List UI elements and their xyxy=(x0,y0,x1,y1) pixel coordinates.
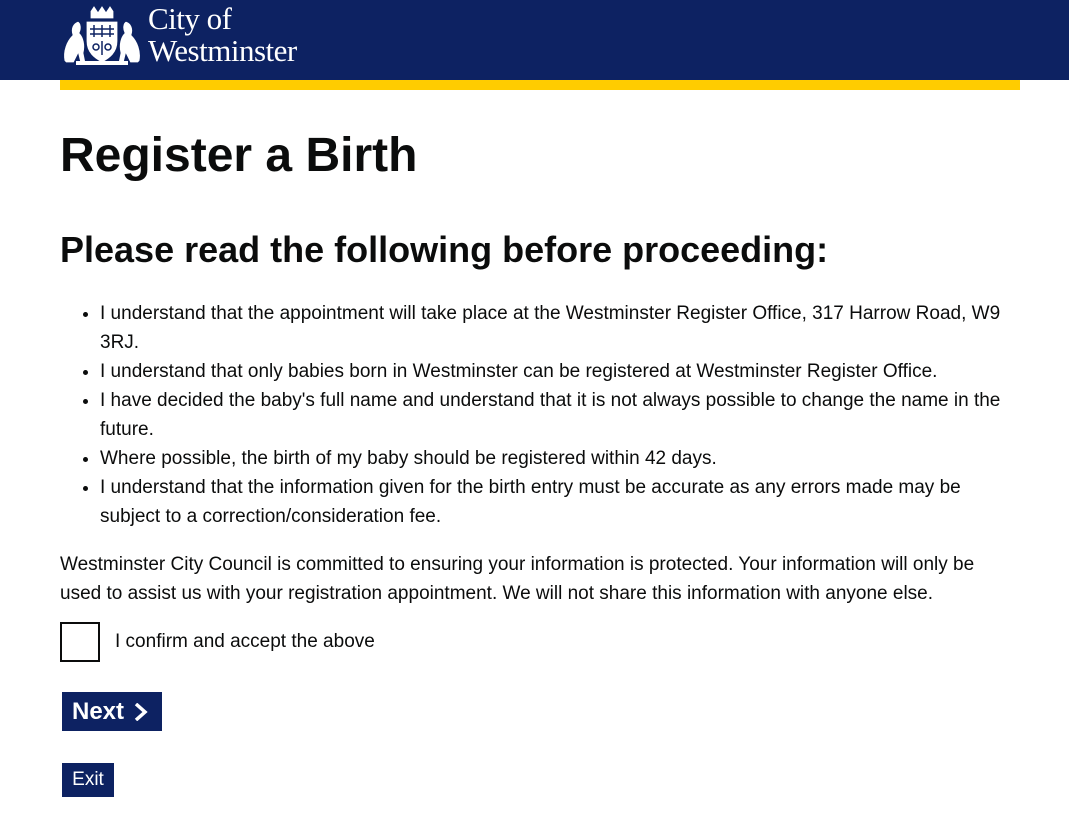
next-button[interactable]: Next xyxy=(62,692,162,731)
site-header: City of Westminster xyxy=(0,0,1069,80)
logo-line-city-of: City of xyxy=(148,1,232,36)
list-item: I have decided the baby's full name and … xyxy=(100,386,1010,444)
confirm-checkbox-label[interactable]: I confirm and accept the above xyxy=(115,628,375,656)
logo-wordmark: City of Westminster xyxy=(148,3,297,67)
westminster-crest-icon xyxy=(62,3,142,65)
exit-button[interactable]: Exit xyxy=(62,763,114,797)
list-item: I understand that the information given … xyxy=(100,473,1010,531)
conditions-list: I understand that the appointment will t… xyxy=(60,299,1010,531)
section-title: Please read the following before proceed… xyxy=(60,229,829,270)
list-item: I understand that the appointment will t… xyxy=(100,299,1010,357)
header-accent-bar xyxy=(60,80,1020,90)
council-logo[interactable]: City of Westminster xyxy=(60,3,320,73)
list-item: I understand that only babies born in We… xyxy=(100,357,1010,386)
logo-line-westminster: Westminster xyxy=(148,33,297,68)
privacy-notice: Westminster City Council is committed to… xyxy=(60,554,975,604)
list-item: Where possible, the birth of my baby sho… xyxy=(100,444,1010,473)
chevron-right-icon xyxy=(134,703,148,721)
page-title: Register a Birth xyxy=(60,129,418,182)
next-button-label: Next xyxy=(72,698,125,725)
confirm-checkbox[interactable] xyxy=(60,622,100,662)
